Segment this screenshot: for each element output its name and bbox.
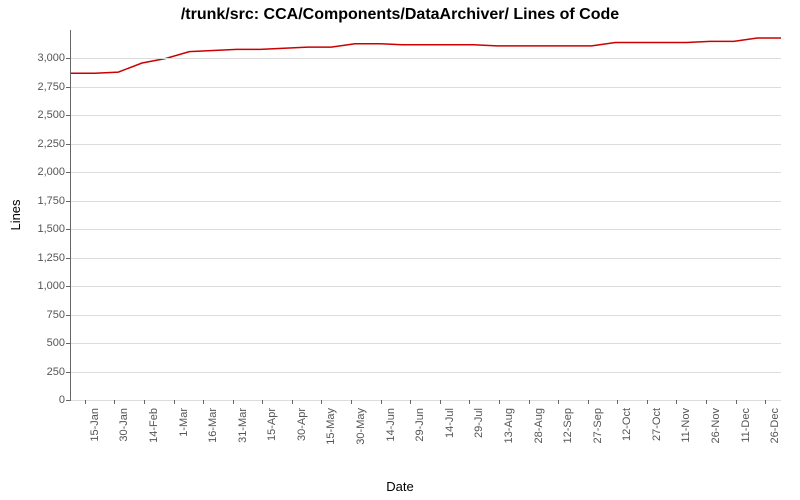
x-tick [233,400,234,404]
gridline [71,201,781,202]
gridline [71,400,781,401]
x-tick-label: 15-Jan [89,408,101,442]
x-tick-label: 12-Oct [621,408,633,441]
x-tick [410,400,411,404]
x-tick [588,400,589,404]
data-line [71,30,781,400]
x-tick-label: 13-Aug [503,408,515,443]
x-tick-label: 11-Nov [680,408,692,443]
x-tick-label: 27-Sep [592,408,604,443]
x-tick-label: 26-Nov [710,408,722,443]
y-tick-label: 2,250 [10,138,65,150]
y-tick-label: 2,500 [10,109,65,121]
x-tick [85,400,86,404]
x-tick-label: 30-Jan [118,408,130,442]
x-tick-label: 14-Jun [385,408,397,442]
x-tick-label: 28-Aug [533,408,545,443]
gridline [71,343,781,344]
y-tick [66,144,70,145]
y-tick-label: 3,000 [10,52,65,64]
y-tick-label: 1,500 [10,223,65,235]
y-tick [66,400,70,401]
x-tick-label: 27-Oct [651,408,663,441]
x-tick [499,400,500,404]
y-tick [66,258,70,259]
gridline [71,115,781,116]
x-tick-label: 31-Mar [237,408,249,443]
gridline [71,372,781,373]
gridline [71,229,781,230]
gridline [71,87,781,88]
x-tick [765,400,766,404]
x-tick-label: 16-Mar [207,408,219,443]
x-tick-label: 14-Jul [444,408,456,438]
y-tick [66,229,70,230]
y-tick [66,286,70,287]
x-tick [617,400,618,404]
y-tick [66,315,70,316]
x-tick [676,400,677,404]
gridline [71,315,781,316]
y-tick-label: 2,000 [10,166,65,178]
y-tick [66,343,70,344]
x-tick [321,400,322,404]
x-tick [647,400,648,404]
y-tick-label: 1,000 [10,280,65,292]
y-tick [66,172,70,173]
gridline [71,286,781,287]
y-tick-label: 250 [10,366,65,378]
x-tick [174,400,175,404]
y-tick-label: 750 [10,309,65,321]
y-tick-label: 500 [10,337,65,349]
gridline [71,144,781,145]
x-tick-label: 1-Mar [178,408,190,437]
x-tick [292,400,293,404]
x-axis-label: Date [0,479,800,494]
x-tick [203,400,204,404]
x-tick [144,400,145,404]
x-tick-label: 14-Feb [148,408,160,443]
x-tick-label: 12-Sep [562,408,574,443]
x-tick-label: 29-Jun [414,408,426,442]
x-tick [114,400,115,404]
x-tick-label: 15-May [325,408,337,445]
y-tick-label: 1,250 [10,252,65,264]
y-tick [66,87,70,88]
x-tick [351,400,352,404]
x-tick-label: 30-May [355,408,367,445]
x-tick-label: 15-Apr [266,408,278,441]
y-tick [66,372,70,373]
y-tick-label: 1,750 [10,195,65,207]
y-tick [66,58,70,59]
chart-title: /trunk/src: CCA/Components/DataArchiver/… [0,0,800,24]
x-tick [469,400,470,404]
gridline [71,258,781,259]
x-tick-label: 26-Dec [769,408,781,443]
plot-area [70,30,781,401]
x-tick [440,400,441,404]
x-tick [706,400,707,404]
gridline [71,172,781,173]
y-tick [66,115,70,116]
x-tick [262,400,263,404]
y-tick-label: 2,750 [10,81,65,93]
y-tick [66,201,70,202]
y-tick-label: 0 [10,394,65,406]
gridline [71,58,781,59]
x-tick [558,400,559,404]
chart-container: /trunk/src: CCA/Components/DataArchiver/… [0,0,800,500]
x-tick-label: 30-Apr [296,408,308,441]
x-tick [381,400,382,404]
x-tick [736,400,737,404]
x-tick [529,400,530,404]
x-tick-label: 11-Dec [740,408,752,443]
x-tick-label: 29-Jul [473,408,485,438]
